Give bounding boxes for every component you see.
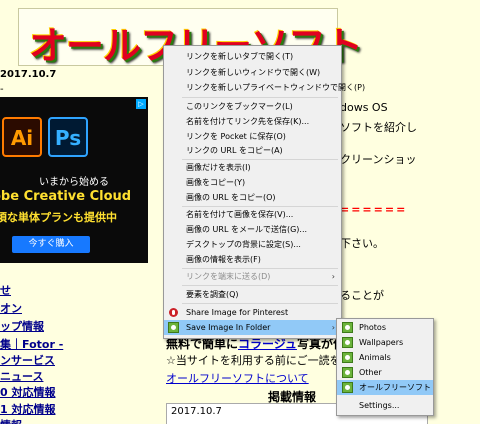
pinterest-icon xyxy=(169,308,178,317)
submenu-folder-allfreesoft[interactable]: オールフリーソフト xyxy=(337,380,433,395)
illustrator-icon: Ai xyxy=(2,117,42,157)
menu-bookmark-link[interactable]: このリンクをブックマーク(L) xyxy=(164,99,341,114)
sidebar-link[interactable]: せ xyxy=(0,282,11,298)
save-image-submenu: Photos Wallpapers Animals Other オールフリーソフ… xyxy=(336,318,434,416)
sidebar-link[interactable]: 情報 xyxy=(0,417,22,424)
submenu-folder-wallpapers[interactable]: Wallpapers xyxy=(337,335,433,350)
save-in-folder-icon xyxy=(168,322,179,333)
menu-inspect-element[interactable]: 要素を調査(Q) xyxy=(164,287,341,302)
folder-icon xyxy=(342,322,353,333)
menu-copy-image[interactable]: 画像をコピー(Y) xyxy=(164,175,341,190)
submenu-folder-other[interactable]: Other xyxy=(337,365,433,380)
menu-set-desktop-background[interactable]: デスクトップの背景に設定(S)... xyxy=(164,237,341,252)
sidebar-link[interactable]: オン xyxy=(0,300,22,316)
menu-copy-image-url[interactable]: 画像の URL をコピー(O) xyxy=(164,190,341,205)
body-text: クリーンショッ xyxy=(340,153,417,166)
sidebar-link[interactable]: ンサービス xyxy=(0,352,55,368)
menu-view-image-info[interactable]: 画像の情報を表示(F) xyxy=(164,252,341,267)
chevron-right-icon: › xyxy=(331,323,335,332)
body-text: ソフトを紹介し xyxy=(340,121,417,134)
menu-open-link-new-window[interactable]: リンクを新しいウィンドウで開く(W) xyxy=(164,65,341,80)
ad-buy-button[interactable]: 今すぐ購入 xyxy=(12,236,90,253)
sidebar-dash: - xyxy=(0,84,4,95)
folder-icon xyxy=(342,367,353,378)
folder-icon xyxy=(342,337,353,348)
menu-save-link-to-pocket[interactable]: リンクを Pocket に保存(O) xyxy=(164,129,341,144)
web-page: オールフリーソフト 2017.10.7 - ▷ Ai Ps いまから始める ob… xyxy=(0,0,480,424)
menu-share-pinterest[interactable]: Share Image for Pinterest xyxy=(164,305,341,320)
sidebar-link[interactable]: 0 対応情報 xyxy=(0,384,55,400)
info-date: 2017.10.7 xyxy=(171,406,222,417)
sidebar-link[interactable]: ップ情報 xyxy=(0,318,44,334)
ad-promo: 頃な単体プランも提供中 xyxy=(0,211,117,224)
body-text: ることが xyxy=(340,289,384,302)
menu-save-image-in-folder[interactable]: Save Image In Folder › xyxy=(164,320,341,335)
separator-text: ====== xyxy=(340,203,408,216)
menu-separator xyxy=(182,285,338,286)
menu-separator xyxy=(182,97,338,98)
submenu-settings[interactable]: Settings... xyxy=(337,398,433,413)
body-text: 下さい。 xyxy=(340,237,384,250)
sidebar-link[interactable]: 集｜Fotor - xyxy=(0,336,63,352)
menu-send-link-to-device: リンクを端末に送る(D) › xyxy=(164,269,341,284)
menu-open-link-new-tab[interactable]: リンクを新しいタブで開く(T) xyxy=(164,49,341,64)
about-link[interactable]: オールフリーソフトについて xyxy=(166,370,309,386)
ad-product: obe Creative Cloud xyxy=(0,189,132,204)
photoshop-icon: Ps xyxy=(48,117,88,157)
submenu-folder-photos[interactable]: Photos xyxy=(337,320,433,335)
notice-text: ☆当サイトを利用する前にご一読を xyxy=(166,354,341,367)
sidebar-link[interactable]: ニュース xyxy=(0,368,43,384)
collage-link[interactable]: コラージュ xyxy=(238,337,297,351)
sidebar-date: 2017.10.7 xyxy=(0,69,57,80)
adchoices-icon[interactable]: ▷ xyxy=(136,99,146,109)
menu-email-image-url[interactable]: 画像の URL をメールで送信(G)... xyxy=(164,222,341,237)
menu-save-image-as[interactable]: 名前を付けて画像を保存(V)... xyxy=(164,207,341,222)
ad-tagline: いまから始める xyxy=(39,177,109,188)
folder-icon xyxy=(342,352,353,363)
menu-separator xyxy=(182,303,338,304)
folder-icon xyxy=(342,382,353,393)
context-menu: リンクを新しいタブで開く(T) リンクを新しいウィンドウで開く(W) リンクを新… xyxy=(163,45,365,339)
body-text: dows OS xyxy=(340,101,388,114)
chevron-right-icon: › xyxy=(331,272,335,281)
advertisement[interactable]: ▷ Ai Ps いまから始める obe Creative Cloud 頃な単体プ… xyxy=(0,97,148,263)
promo-text-a: 無料で簡単に xyxy=(166,337,239,351)
sidebar-link[interactable]: 1 対応情報 xyxy=(0,401,55,417)
menu-view-image[interactable]: 画像だけを表示(I) xyxy=(164,160,341,175)
menu-save-link-as[interactable]: 名前を付けてリンク先を保存(K)... xyxy=(164,114,341,129)
menu-open-link-private-window[interactable]: リンクを新しいプライベートウィンドウで開く(P) xyxy=(164,80,365,95)
submenu-folder-animals[interactable]: Animals xyxy=(337,350,433,365)
menu-copy-link-url[interactable]: リンクの URL をコピー(A) xyxy=(164,143,341,158)
